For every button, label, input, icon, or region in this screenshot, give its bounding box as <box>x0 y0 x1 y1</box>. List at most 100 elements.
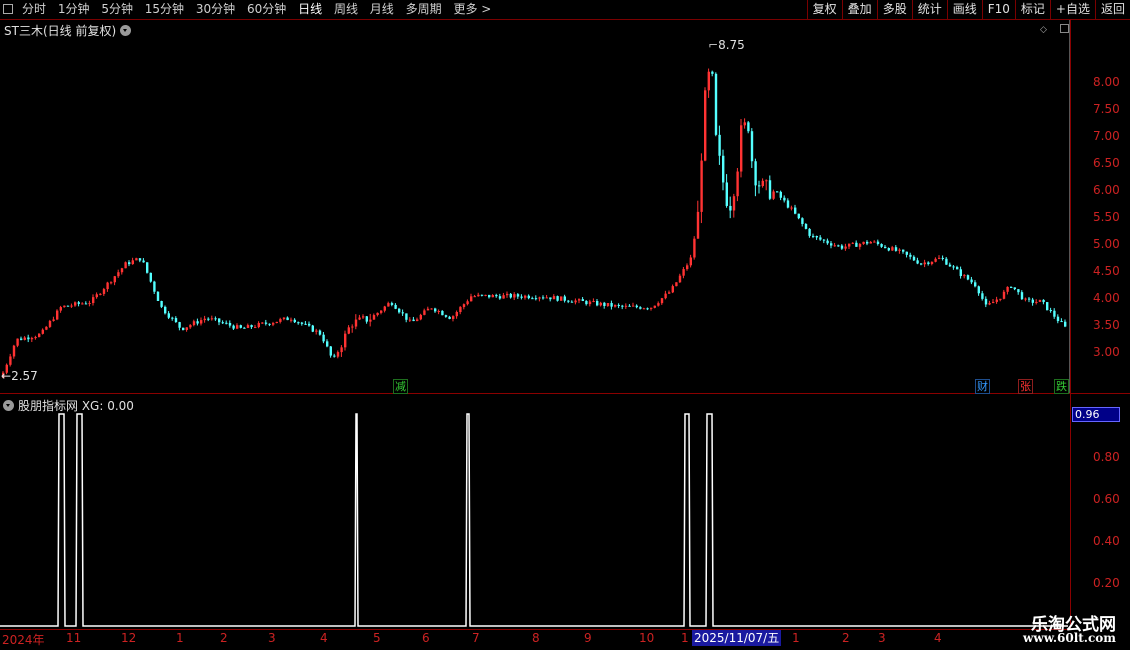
candle-body <box>70 305 73 307</box>
f10-button[interactable]: F10 <box>981 0 1015 19</box>
candle-body <box>916 260 919 264</box>
draw-line-button[interactable]: 画线 <box>946 0 982 19</box>
candle-body <box>783 197 786 201</box>
date-tick: 7 <box>472 631 480 645</box>
candle-body <box>714 73 718 135</box>
candle-body <box>455 312 458 317</box>
multi-stock-button[interactable]: 多股 <box>876 0 912 19</box>
candle-body <box>1010 286 1013 288</box>
candle-body <box>200 320 203 324</box>
add-watchlist-button[interactable]: +自选 <box>1049 0 1095 19</box>
candle-body <box>956 267 959 270</box>
candle-body <box>92 297 95 304</box>
candle-body <box>189 325 192 328</box>
candle-body <box>160 300 163 307</box>
event-badge-reduce[interactable]: 减 <box>393 379 408 394</box>
candle-body <box>408 319 412 321</box>
candlestick-chart[interactable] <box>0 20 1068 392</box>
candle-body <box>599 302 602 306</box>
candle-body <box>509 293 512 298</box>
event-badge-rise[interactable]: 张 <box>1018 379 1033 394</box>
tab-period-daily[interactable]: 日线 <box>298 2 322 16</box>
candle-body <box>74 302 77 306</box>
candle-body <box>354 319 358 327</box>
date-tick: 8 <box>532 631 540 645</box>
tab-period-multi[interactable]: 多周期 <box>406 2 442 16</box>
candle-body <box>480 294 484 296</box>
candle-body <box>99 293 102 295</box>
mark-button[interactable]: 标记 <box>1014 0 1050 19</box>
candle-body <box>711 71 714 74</box>
candle-body <box>646 308 649 310</box>
candle-body <box>196 321 199 324</box>
candle-body <box>585 301 588 305</box>
candle-body <box>45 326 48 330</box>
candle-body <box>182 327 185 330</box>
candle-body <box>682 269 685 276</box>
candle-body <box>866 241 869 244</box>
tab-period-30min[interactable]: 30分钟 <box>196 2 235 16</box>
candle-body <box>290 319 293 321</box>
period-tabs: 分时 1分钟 5分钟 15分钟 30分钟 60分钟 日线 周线 月线 多周期 更… <box>22 0 499 19</box>
candle-body <box>776 191 779 193</box>
tab-period-1min[interactable]: 1分钟 <box>58 2 90 16</box>
menu-square-icon[interactable] <box>3 4 13 14</box>
tab-period-60min[interactable]: 60分钟 <box>247 2 286 16</box>
candle-body <box>542 297 545 299</box>
candle-body <box>304 323 307 325</box>
candle-body <box>495 295 498 297</box>
candle-body <box>534 298 538 300</box>
candle-body <box>59 307 62 311</box>
candle-body <box>120 268 124 273</box>
price-tick: 6.50 <box>1093 156 1120 170</box>
candle-body <box>992 301 995 304</box>
candle-body <box>261 322 264 324</box>
candle-body <box>207 318 210 320</box>
candle-body <box>963 275 966 277</box>
back-button[interactable]: 返回 <box>1094 0 1130 19</box>
candle-body <box>293 319 296 323</box>
candle-body <box>887 248 890 251</box>
date-tick: 1 <box>681 631 689 645</box>
adjust-button[interactable]: 复权 <box>806 0 842 19</box>
candle-body <box>34 336 37 339</box>
tab-period-5min[interactable]: 5分钟 <box>101 2 133 16</box>
event-badge-fall[interactable]: 跌 <box>1054 379 1069 394</box>
tab-period-15min[interactable]: 15分钟 <box>145 2 184 16</box>
candle-body <box>203 318 206 321</box>
candle-body <box>117 272 120 277</box>
candle-body <box>693 238 696 258</box>
toolbar: 分时 1分钟 5分钟 15分钟 30分钟 60分钟 日线 周线 月线 多周期 更… <box>0 0 1130 20</box>
candle-body <box>416 319 419 322</box>
candle-body <box>970 279 973 283</box>
tab-period-monthly[interactable]: 月线 <box>370 2 394 16</box>
candle-body <box>1035 301 1038 303</box>
statistics-button[interactable]: 统计 <box>911 0 947 19</box>
tab-period-weekly[interactable]: 周线 <box>334 2 358 16</box>
candle-body <box>729 205 732 211</box>
event-badge-finance[interactable]: 财 <box>975 379 990 394</box>
candle-body <box>477 294 480 297</box>
candle-body <box>938 257 941 259</box>
candle-body <box>678 275 682 283</box>
price-tick: 7.00 <box>1093 129 1120 143</box>
candle-body <box>218 318 221 323</box>
candle-body <box>113 276 116 283</box>
candle-body <box>995 299 998 302</box>
candle-body <box>95 294 98 298</box>
indicator-tick: 0.20 <box>1093 576 1120 590</box>
candle-body <box>210 318 214 320</box>
candle-body <box>635 305 638 308</box>
overlay-button[interactable]: 叠加 <box>841 0 877 19</box>
indicator-tick: 0.80 <box>1093 450 1120 464</box>
candle-body <box>959 269 962 277</box>
candle-body <box>1049 310 1052 312</box>
candle-body <box>437 311 440 313</box>
indicator-chart[interactable] <box>0 394 1068 628</box>
candle-body <box>851 242 854 244</box>
tab-period-timeshare[interactable]: 分时 <box>22 2 46 16</box>
date-axis: 2024年 11 12 1 2 3 4 5 6 7 8 9 10 1 2025/… <box>0 630 1070 650</box>
price-tick: 6.00 <box>1093 183 1120 197</box>
tab-period-more[interactable]: 更多 > <box>453 2 491 16</box>
candle-body <box>376 312 379 316</box>
